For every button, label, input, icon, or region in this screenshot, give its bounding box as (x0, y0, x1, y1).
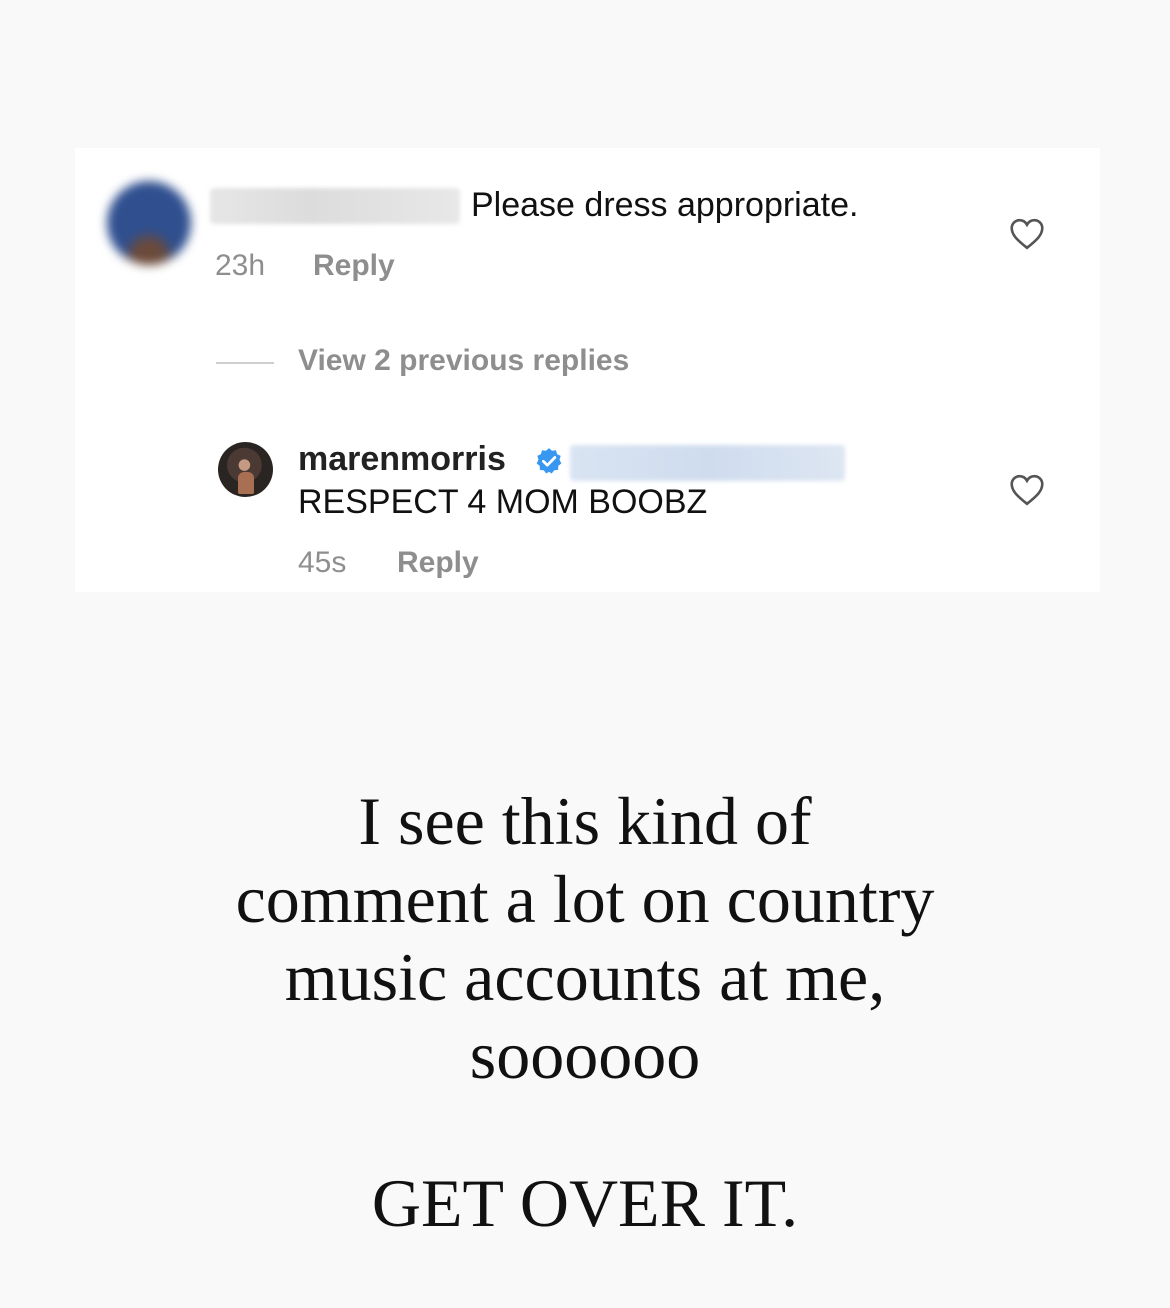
comment-card: Please dress appropriate. 23h Reply View… (75, 148, 1100, 592)
comment-timestamp: 23h (215, 249, 266, 282)
replies-divider (216, 362, 274, 364)
reply-reply-button[interactable]: Reply (397, 546, 479, 580)
story-caption: I see this kind of comment a lot on coun… (0, 782, 1170, 1094)
reply-username[interactable]: marenmorris (298, 440, 506, 479)
blurred-commenter-username[interactable] (210, 188, 460, 224)
like-heart-icon[interactable] (1009, 474, 1045, 506)
caption-line: I see this kind of (358, 783, 812, 859)
comment-text: Please dress appropriate. (471, 186, 859, 224)
view-previous-replies-button[interactable]: View 2 previous replies (298, 344, 629, 378)
caption-closing: GET OVER IT. (371, 1165, 799, 1241)
reply-avatar[interactable] (218, 442, 273, 497)
caption-line: soooooo (469, 1017, 701, 1093)
like-heart-icon[interactable] (1009, 218, 1045, 250)
commenter-avatar[interactable] (107, 181, 191, 265)
blurred-mention[interactable] (570, 445, 845, 481)
caption-line: comment a lot on country (235, 861, 935, 937)
verified-badge-icon (536, 448, 562, 474)
comment-reply-button[interactable]: Reply (313, 249, 395, 283)
caption-line: music accounts at me, (284, 939, 886, 1015)
reply-text: RESPECT 4 MOM BOOBZ (298, 483, 708, 521)
reply-timestamp: 45s (298, 546, 347, 579)
avatar-figure (238, 472, 254, 494)
